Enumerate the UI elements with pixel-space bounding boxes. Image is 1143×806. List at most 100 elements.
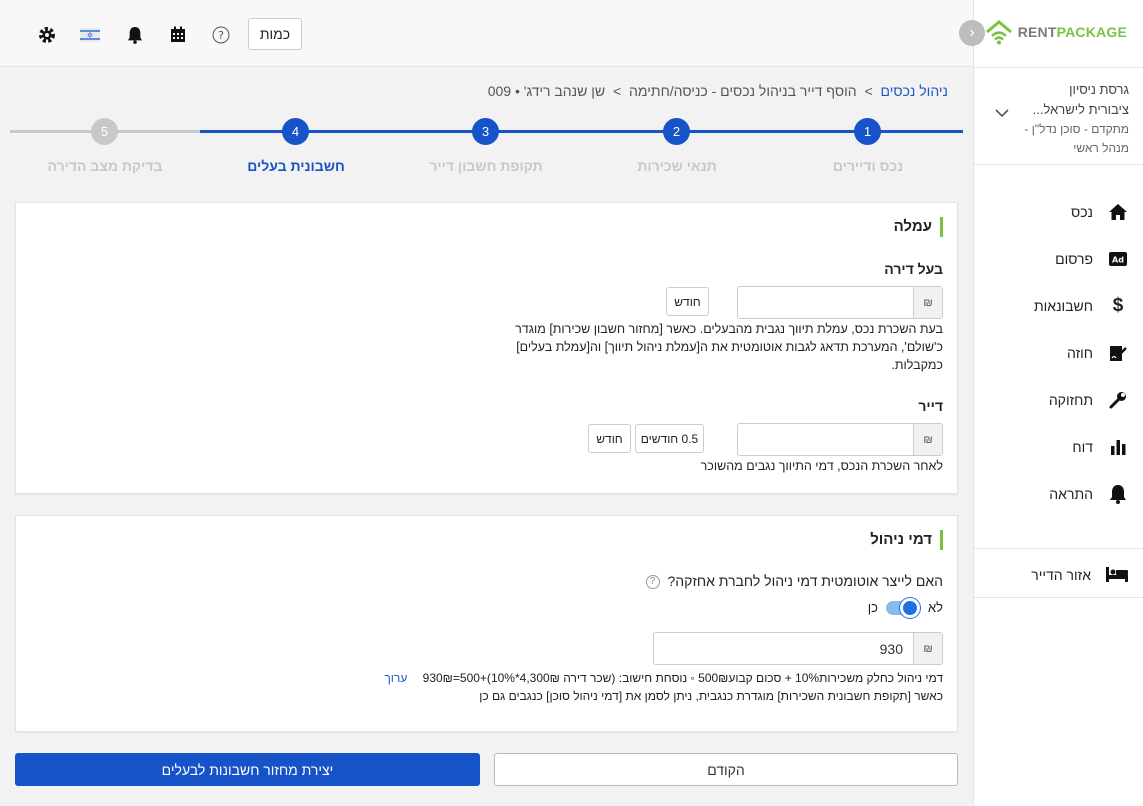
sidebar-item-contract[interactable]: חוזה: [973, 329, 1143, 376]
sidebar-item-label: תחזוקה: [1048, 391, 1093, 408]
logo-text: RENTPACKAGE: [1017, 24, 1127, 40]
auto-management-toggle-row: לא כן: [867, 597, 943, 618]
owner-commission-value: [738, 287, 913, 318]
owner-desc-line2: כ'שולם', המערכת תדאג לגבות אוטומטית את ה…: [516, 340, 943, 354]
owner-month-unit-button[interactable]: חודש: [666, 287, 709, 316]
dollar-icon: $: [1112, 294, 1124, 316]
auto-management-question-text: האם לייצר אוטומטית דמי ניהול לחברת אחזקה…: [667, 573, 943, 589]
wrench-icon: [1107, 389, 1129, 411]
account-role-line2: מנהל ראשי: [1073, 141, 1129, 155]
svg-text:Ad: Ad: [1112, 255, 1124, 264]
quantity-button[interactable]: כמות: [248, 18, 302, 50]
bar-chart-icon: [1107, 436, 1129, 458]
stepper-line-complete: [200, 130, 963, 133]
management-fee-card: דמי ניהול האם לייצר אוטומטית דמי ניהול ל…: [15, 515, 958, 732]
owner-commission-description: בעת השכרת נכס, עמלת תיווך נגבית מהבעלים.…: [515, 320, 943, 374]
logo[interactable]: RENTPACKAGE: [984, 18, 1127, 46]
help-icon[interactable]: ?: [210, 24, 231, 45]
tenant-half-month-button[interactable]: 0.5 חודשים: [635, 424, 704, 453]
svg-text:?: ?: [218, 29, 224, 42]
breadcrumb: ניהול נכסים > הוסף דייר בניהול נכסים - כ…: [488, 83, 948, 99]
switch-knob: [899, 597, 920, 618]
management-fee-note: כאשר [תקופת חשבונית השכירות] מוגדרת כנגב…: [479, 689, 943, 703]
step-1-label[interactable]: נכס ודיירים: [833, 158, 903, 174]
edit-formula-link[interactable]: ערוך: [384, 671, 407, 685]
commission-title: עמלה: [894, 217, 943, 237]
ad-icon: Ad: [1107, 248, 1129, 270]
breadcrumb-tenant: שן שנהב רידג' • 009: [487, 83, 606, 99]
toggle-yes-label: כן: [867, 600, 878, 615]
sidebar-item-label: נכס: [1071, 203, 1093, 220]
breadcrumb-separator: >: [612, 83, 622, 99]
sidebar-item-report[interactable]: דוח: [973, 423, 1143, 470]
israel-flag-icon[interactable]: [79, 24, 100, 45]
tenant-zone-label: אזור הדייר: [1031, 567, 1091, 583]
owner-desc-line1: בעת השכרת נכס, עמלת תיווך נגבית מהבעלים.…: [515, 322, 943, 336]
breadcrumb-page: הוסף דייר בניהול נכסים - כניסה/חתימה: [629, 83, 857, 99]
tenant-month-unit-button[interactable]: חודש: [588, 424, 631, 453]
step-2-circle[interactable]: 2: [663, 118, 690, 145]
contract-icon: [1107, 342, 1129, 364]
management-fee-value: 930: [879, 640, 903, 657]
previous-button[interactable]: הקודם: [494, 753, 958, 786]
step-2-label[interactable]: תנאי שכירות: [637, 158, 716, 174]
chevron-right-icon: ›: [969, 24, 975, 41]
commission-card: עמלה בעל דירה ₪ חודש בעת השכרת נכס, עמלת…: [15, 202, 958, 494]
sidebar-item-label: חשבונאות: [1034, 297, 1093, 314]
account-name-line1: גרסת ניסיון: [1069, 82, 1129, 97]
create-owner-invoice-cycle-button[interactable]: יצירת מחזור חשבונות לבעלים: [15, 753, 480, 786]
step-4-circle[interactable]: 4: [282, 118, 309, 145]
gear-icon[interactable]: [36, 24, 57, 45]
sidebar-item-advertising[interactable]: Ad פרסום: [973, 235, 1143, 282]
sidebar: › RENTPACKAGE גרסת ניסיון ציבורית לישראל…: [959, 0, 1143, 806]
account-switcher[interactable]: גרסת ניסיון ציבורית לישראל... מתקדם - סו…: [973, 67, 1143, 165]
step-4-label[interactable]: חשבונית בעלים: [247, 158, 345, 174]
shekel-icon: ₪: [913, 424, 942, 455]
tenant-commission-description: לאחר השכרת הנכס, דמי התיווך נגבים מהשוכר: [700, 459, 943, 473]
auto-management-switch[interactable]: [885, 597, 920, 618]
help-icon[interactable]: ?: [645, 575, 660, 590]
breadcrumb-separator: >: [864, 83, 873, 99]
sidebar-item-alert[interactable]: התראה: [973, 470, 1143, 517]
management-fee-formula: דמי ניהול כחלק משכירות10% + סכום קבוע500…: [422, 671, 943, 685]
sidebar-divider: [973, 548, 1143, 549]
account-role-line1: מתקדם - סוכן נדל"ן -: [1024, 122, 1129, 136]
step-5-circle[interactable]: 5: [91, 118, 118, 145]
sidebar-item-label: חוזה: [1067, 344, 1093, 361]
toggle-no-label: לא: [927, 600, 943, 615]
sidebar-item-tenant-zone[interactable]: אזור הדייר: [973, 553, 1143, 598]
bell-icon: [1107, 483, 1129, 505]
management-fee-title: דמי ניהול: [870, 530, 943, 550]
shekel-icon: ₪: [913, 287, 942, 318]
stepper: 5 4 3 2 1 בדיקת מצב הדירה חשבונית בעלים …: [10, 116, 963, 176]
owner-commission-input[interactable]: ₪: [737, 286, 943, 319]
top-bar: ? כמות: [0, 0, 973, 67]
sidebar-item-label: דוח: [1072, 438, 1093, 455]
step-1-circle[interactable]: 1: [854, 118, 881, 145]
wifi-home-logo-icon: [985, 20, 1012, 45]
step-5-label[interactable]: בדיקת מצב הדירה: [48, 158, 163, 174]
sidebar-item-maintenance[interactable]: תחזוקה: [973, 376, 1143, 423]
management-fee-input[interactable]: ₪ 930: [653, 632, 943, 665]
shekel-icon: ₪: [913, 633, 942, 664]
sidebar-nav: נכס Ad פרסום $ חשבונאות חוזה תחזוקה דוח …: [973, 188, 1143, 517]
bell-icon[interactable]: [124, 24, 145, 45]
tenant-label: דייר: [918, 398, 943, 414]
sidebar-item-label: פרסום: [1055, 250, 1093, 267]
tenant-commission-value: [738, 424, 913, 455]
management-fee-formula-row: דמי ניהול כחלק משכירות10% + סכום קבוע500…: [384, 669, 943, 687]
sidebar-item-accounting[interactable]: $ חשבונאות: [973, 282, 1143, 329]
chevron-down-icon: [995, 109, 1009, 118]
top-icons: ?: [36, 24, 253, 45]
step-3-label[interactable]: תקופת חשבון דייר: [429, 158, 542, 174]
sidebar-item-label: התראה: [1049, 485, 1093, 502]
tenant-commission-input[interactable]: ₪: [737, 423, 943, 456]
home-icon: [1107, 201, 1129, 223]
step-3-circle[interactable]: 3: [472, 118, 499, 145]
owner-label: בעל דירה: [884, 261, 943, 277]
sidebar-collapse-button[interactable]: ›: [959, 20, 985, 46]
sidebar-item-property[interactable]: נכס: [973, 188, 1143, 235]
breadcrumb-root-link[interactable]: ניהול נכסים: [881, 83, 948, 99]
bed-icon: [1105, 565, 1129, 586]
calendar-icon[interactable]: [167, 24, 188, 45]
